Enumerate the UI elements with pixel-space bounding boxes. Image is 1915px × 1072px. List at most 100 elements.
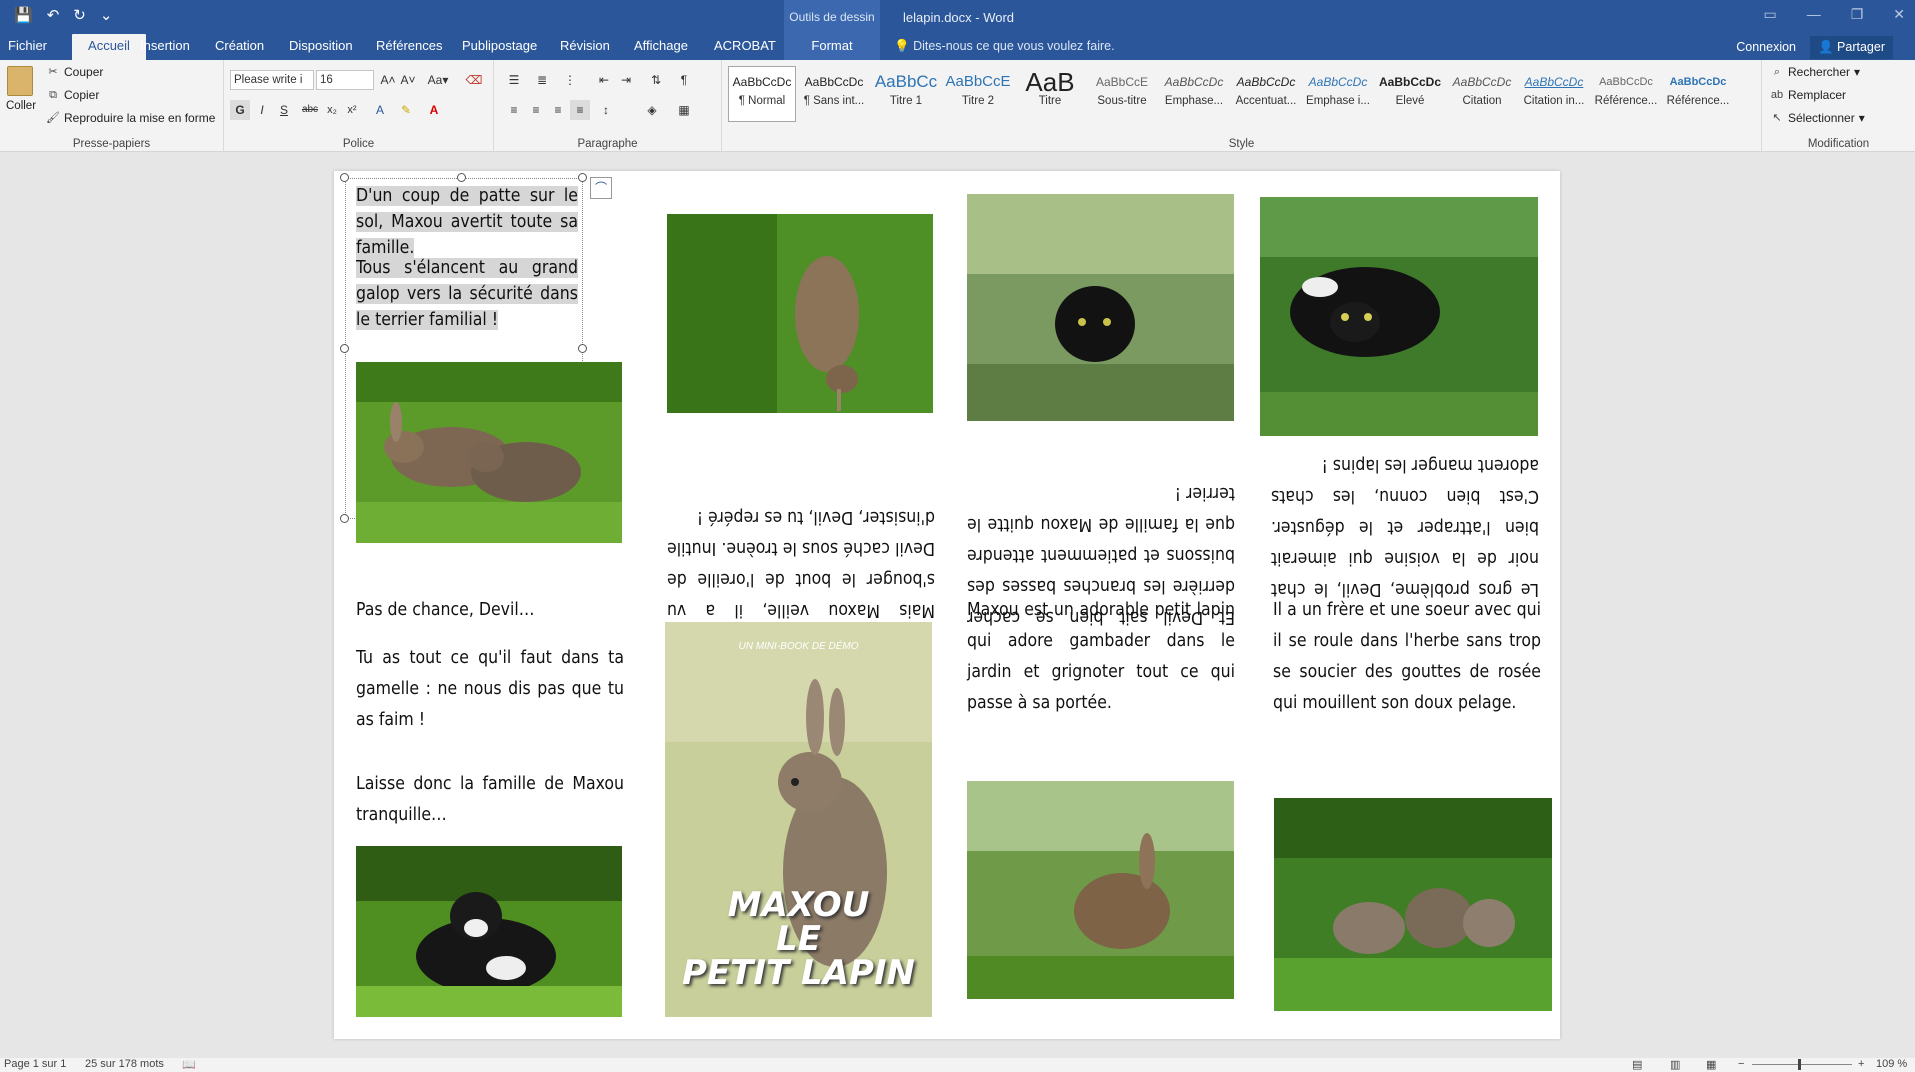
select-button[interactable]: ↖ Sélectionner ▾ <box>1770 111 1864 125</box>
customize-qat-icon[interactable]: ⌄ <box>100 6 113 24</box>
font-color-icon[interactable]: A <box>424 100 444 120</box>
para-frere-soeur[interactable]: Il a un frère et une soeur avec qui il s… <box>1273 595 1541 719</box>
style-citation[interactable]: AaBbCcDc Citation <box>1448 66 1516 122</box>
justify-icon[interactable]: ≡ <box>570 100 590 120</box>
page-count[interactable]: Page 1 sur 1 <box>4 1058 66 1070</box>
align-left-icon[interactable]: ≡ <box>504 100 524 120</box>
resize-handle[interactable] <box>340 344 349 353</box>
para-laisse-donc[interactable]: Laisse donc la famille de Maxou tranquil… <box>356 769 624 831</box>
word-count[interactable]: 25 sur 178 mots <box>85 1058 164 1070</box>
shading-icon[interactable]: ◈ <box>642 100 662 120</box>
style-citation-intense[interactable]: AaBbCcDc Citation in... <box>1520 66 1588 122</box>
resize-handle[interactable] <box>340 514 349 523</box>
style-eleve[interactable]: AaBbCcDc Élevé <box>1376 66 1444 122</box>
copy-button[interactable]: ⧉ Copier <box>46 88 99 102</box>
change-case-icon[interactable]: Aa▾ <box>424 70 452 90</box>
replace-button[interactable]: ab Remplacer <box>1770 88 1846 102</box>
tab-insertion[interactable]: Insertion <box>132 34 198 60</box>
tab-references[interactable]: Références <box>368 34 450 60</box>
style-titre-1[interactable]: AaBbCc Titre 1 <box>872 66 940 122</box>
image-black-white-cat[interactable] <box>356 846 622 1017</box>
document-page[interactable]: ⌒ D'un coup de patte sur le sol, Maxou a… <box>334 171 1560 1039</box>
tab-fichier[interactable]: Fichier <box>0 34 55 60</box>
para-gamelle[interactable]: Tu as tout ce qu'il faut dans ta gamelle… <box>356 643 624 736</box>
font-size-combo[interactable]: 16 <box>316 70 374 90</box>
tell-me-box[interactable]: 💡 Dites-nous ce que vous voulez faire. <box>894 39 1115 54</box>
tab-revision[interactable]: Révision <box>552 34 618 60</box>
numbering-icon[interactable]: ≣ <box>532 70 552 90</box>
signin-link[interactable]: Connexion <box>1736 40 1796 54</box>
clear-format-icon[interactable]: ⌫ <box>464 70 484 90</box>
format-painter-button[interactable]: 🖌 Reproduire la mise en forme <box>46 111 215 125</box>
layout-options-icon[interactable]: ⌒ <box>590 177 612 199</box>
tab-publipostage[interactable]: Publipostage <box>454 34 545 60</box>
style-normal[interactable]: AaBbCcDc ¶ Normal <box>728 66 796 122</box>
grow-font-icon[interactable]: A˄ <box>378 70 398 90</box>
print-layout-icon[interactable]: ▥ <box>1670 1058 1680 1071</box>
para-elancent[interactable]: Tous s'élancent au grand galop vers la s… <box>356 255 578 333</box>
close-icon[interactable]: ✕ <box>1893 6 1905 23</box>
web-layout-icon[interactable]: ▦ <box>1706 1058 1716 1071</box>
multilevel-list-icon[interactable]: ⋮ <box>560 70 580 90</box>
resize-handle[interactable] <box>578 344 587 353</box>
share-button[interactable]: 👤 Partager <box>1810 35 1893 59</box>
para-pas-de-chance[interactable]: Pas de chance, Devil… <box>356 595 624 626</box>
proofing-icon[interactable]: 📖 <box>182 1058 196 1071</box>
image-cat-in-bushes[interactable] <box>967 194 1234 421</box>
image-book-cover[interactable]: UN MINI-BOOK DE DÉMO MAXOU LE PETIT LAPI… <box>665 622 932 1017</box>
tab-format[interactable]: Format <box>784 34 880 60</box>
para-maxou-adorable[interactable]: Maxou est un adorable petit lapin qui ad… <box>967 595 1235 719</box>
resize-handle[interactable] <box>340 173 349 182</box>
zoom-level[interactable]: 109 % <box>1876 1058 1907 1070</box>
redo-icon[interactable]: ↻ <box>73 6 86 24</box>
save-icon[interactable]: 💾 <box>14 6 33 24</box>
zoom-slider[interactable] <box>1752 1064 1852 1065</box>
style-reference-legere[interactable]: AaBbCcDc Référence... <box>1592 66 1660 122</box>
italic-icon[interactable]: I <box>252 100 272 120</box>
resize-handle[interactable] <box>578 173 587 182</box>
subscript-icon[interactable]: x₂ <box>322 100 342 120</box>
document-area[interactable]: ⌒ D'un coup de patte sur le sol, Maxou a… <box>0 152 1915 1058</box>
text-effects-icon[interactable]: A <box>370 100 390 120</box>
borders-icon[interactable]: ▦ <box>674 100 694 120</box>
tab-acrobat[interactable]: ACROBAT <box>706 34 784 60</box>
cut-button[interactable]: ✂ Couper <box>46 65 103 79</box>
restore-icon[interactable]: ❐ <box>1851 6 1864 23</box>
tab-affichage[interactable]: Affichage <box>626 34 696 60</box>
underline-icon[interactable]: S <box>274 100 294 120</box>
image-rabbit-upside-down[interactable] <box>667 214 933 413</box>
image-three-rabbits[interactable] <box>1274 798 1552 1011</box>
image-rabbits-grass[interactable] <box>356 362 622 543</box>
read-mode-icon[interactable]: ▤ <box>1632 1058 1642 1071</box>
tab-disposition[interactable]: Disposition <box>281 34 361 60</box>
image-rabbit-leaves[interactable] <box>967 781 1234 999</box>
style-sous-titre[interactable]: AaBbCcE Sous-titre <box>1088 66 1156 122</box>
highlight-icon[interactable]: ✎ <box>396 100 416 120</box>
line-spacing-icon[interactable]: ↕ <box>596 100 616 120</box>
sort-icon[interactable]: ⇅ <box>646 70 666 90</box>
align-right-icon[interactable]: ≡ <box>548 100 568 120</box>
resize-handle[interactable] <box>457 173 466 182</box>
font-name-combo[interactable]: Please write i <box>230 70 314 90</box>
paste-button[interactable]: Coller <box>6 66 36 128</box>
style-emphase-intense[interactable]: AaBbCcDc Emphase i... <box>1304 66 1372 122</box>
para-mais-maxou-veille[interactable]: Mais Maxou veille, il a vu s'bouger le b… <box>667 501 935 625</box>
style-reference-intense[interactable]: AaBbCcDc Référence... <box>1664 66 1732 122</box>
show-marks-icon[interactable]: ¶ <box>674 70 694 90</box>
shrink-font-icon[interactable]: A˅ <box>398 70 418 90</box>
image-cat-lying-grass[interactable] <box>1260 197 1538 436</box>
style-emphase[interactable]: AaBbCcDc Emphase... <box>1160 66 1228 122</box>
superscript-icon[interactable]: x² <box>342 100 362 120</box>
zoom-out-icon[interactable]: − <box>1738 1058 1744 1070</box>
find-button[interactable]: ⌕ Rechercher ▾ <box>1770 65 1860 79</box>
ribbon-display-icon[interactable]: ▭ <box>1763 6 1776 23</box>
minimize-icon[interactable]: — <box>1807 6 1821 23</box>
bold-icon[interactable]: G <box>230 100 250 120</box>
style-titre-2[interactable]: AaBbCcE Titre 2 <box>944 66 1012 122</box>
para-avertit[interactable]: D'un coup de patte sur le sol, Maxou ave… <box>356 183 578 261</box>
style-accentuation[interactable]: AaBbCcDc Accentuat... <box>1232 66 1300 122</box>
zoom-slider-thumb[interactable] <box>1798 1059 1801 1070</box>
align-center-icon[interactable]: ≡ <box>526 100 546 120</box>
strikethrough-icon[interactable]: abc <box>300 100 320 120</box>
style-titre[interactable]: AaB Titre <box>1016 66 1084 122</box>
